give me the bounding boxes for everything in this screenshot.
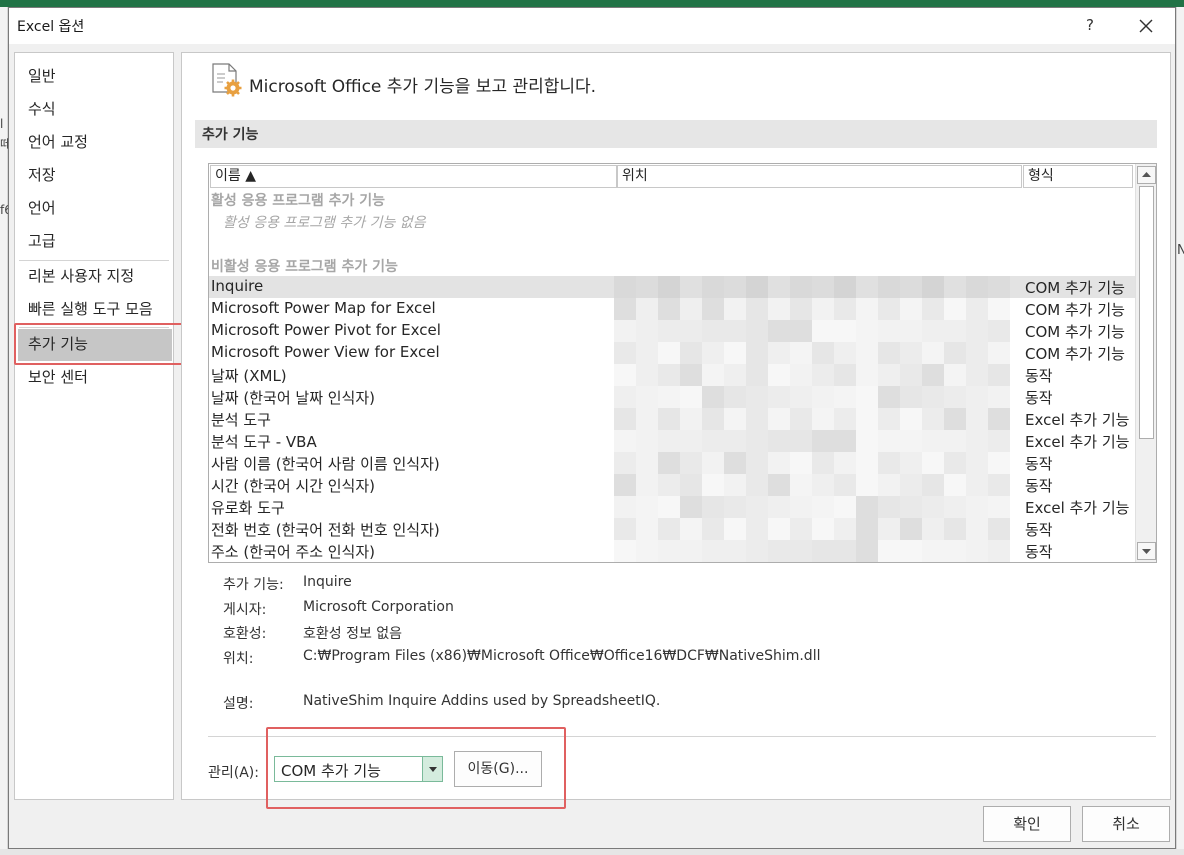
addin-type: Excel 추가 기능	[1025, 499, 1130, 517]
excel-ribbon-strip	[0, 0, 1184, 7]
section-header: 추가 기능	[195, 120, 1157, 148]
detail-compat-label: 호환성:	[223, 626, 267, 642]
group-empty-active: 활성 응용 프로그램 추가 기능 없음	[223, 215, 426, 231]
manage-label: 관리(A):	[208, 765, 259, 781]
addin-type: Excel 추가 기능	[1025, 411, 1130, 429]
addin-type: Excel 추가 기능	[1025, 433, 1130, 451]
addin-type: 동작	[1025, 367, 1053, 385]
addin-name: 사람 이름 (한국어 사람 이름 인식자)	[211, 455, 440, 473]
nav-item-formulas[interactable]: 수식	[15, 94, 173, 126]
section-title: 추가 기능	[202, 127, 259, 143]
addin-name: 주소 (한국어 주소 인식자)	[211, 543, 376, 561]
nav-item-customize-ribbon[interactable]: 리본 사용자 지정	[15, 261, 173, 293]
options-nav: 일반 수식 언어 교정 저장 언어 고급 리본 사용자 지정 빠른 실행 도구 …	[14, 52, 174, 800]
background-window-right: N	[1176, 7, 1184, 855]
addin-name: 날짜 (XML)	[211, 367, 287, 385]
addins-gear-icon	[212, 63, 242, 97]
panel-heading: Microsoft Office 추가 기능을 보고 관리합니다.	[249, 77, 597, 97]
nav-item-quick-access-toolbar[interactable]: 빠른 실행 도구 모음	[15, 294, 173, 326]
list-scrollbar[interactable]	[1135, 164, 1156, 562]
detail-publisher-label: 게시자:	[223, 602, 267, 618]
addins-panel: Microsoft Office 추가 기능을 보고 관리합니다. 추가 기능 …	[181, 52, 1171, 809]
scroll-up-icon	[1142, 172, 1151, 177]
detail-description-value: NativeShim Inquire Addins used by Spread…	[303, 693, 661, 709]
cancel-button[interactable]: 취소	[1082, 806, 1170, 842]
addin-name: 전화 번호 (한국어 전화 번호 인식자)	[211, 521, 440, 539]
addin-type: COM 추가 기능	[1025, 279, 1125, 297]
addin-type: 동작	[1025, 455, 1053, 473]
detail-addin-value: Inquire	[303, 574, 352, 590]
column-header-name[interactable]: 이름 ▲	[210, 165, 617, 188]
addin-type: 동작	[1025, 389, 1053, 407]
nav-highlight-box	[14, 323, 186, 365]
addin-type: 동작	[1025, 521, 1053, 539]
excel-options-dialog: Excel 옵션 ? 일반 수식 언어 교정 저장 언어 고급 리본 사용자 지…	[8, 7, 1176, 849]
column-header-location[interactable]: 위치	[617, 165, 1022, 188]
addin-name: 시간 (한국어 시간 인식자)	[211, 477, 376, 495]
nav-item-save[interactable]: 저장	[15, 160, 173, 192]
addins-list[interactable]: 이름 ▲ 위치 형식 활성 응용 프로그램 추가 기능 활성 응용 프로그램 추…	[208, 163, 1157, 563]
addin-type: 동작	[1025, 543, 1053, 561]
detail-location-label: 위치:	[223, 651, 254, 667]
addin-type: COM 추가 기능	[1025, 345, 1125, 363]
addin-name: Microsoft Power Pivot for Excel	[211, 321, 441, 339]
ok-button[interactable]: 확인	[983, 806, 1071, 842]
addin-type: 동작	[1025, 477, 1053, 495]
manage-highlight-box	[266, 727, 566, 809]
dialog-title: Excel 옵션	[17, 19, 85, 35]
addin-name: 분석 도구 - VBA	[211, 433, 317, 451]
nav-item-advanced[interactable]: 고급	[15, 226, 173, 258]
detail-description-label: 설명:	[223, 696, 254, 712]
close-icon	[1139, 19, 1153, 33]
scroll-down-icon	[1142, 549, 1151, 554]
group-label-active: 활성 응용 프로그램 추가 기능	[211, 193, 386, 209]
help-button[interactable]: ?	[1075, 12, 1105, 40]
nav-item-proofing[interactable]: 언어 교정	[15, 127, 173, 159]
title-bar: Excel 옵션 ?	[9, 8, 1175, 44]
location-column-redacted	[614, 276, 1010, 562]
addin-name: 분석 도구	[211, 411, 271, 429]
nav-item-general[interactable]: 일반	[15, 61, 173, 93]
addin-name: Inquire	[211, 277, 264, 295]
addin-type: COM 추가 기능	[1025, 323, 1125, 341]
background-window-bottom	[0, 849, 1184, 855]
background-char: N	[1177, 243, 1184, 258]
close-button[interactable]	[1131, 12, 1161, 40]
background-window-left: l 떼 f6	[0, 7, 12, 855]
detail-compat-value: 호환성 정보 없음	[303, 626, 403, 642]
column-header-type[interactable]: 형식	[1023, 165, 1133, 188]
detail-publisher-value: Microsoft Corporation	[303, 599, 454, 615]
scroll-up-button[interactable]	[1137, 166, 1156, 184]
dialog-content: 일반 수식 언어 교정 저장 언어 고급 리본 사용자 지정 빠른 실행 도구 …	[9, 44, 1175, 848]
detail-location-value: C:₩Program Files (x86)₩Microsoft Office₩…	[303, 648, 821, 664]
group-label-inactive: 비활성 응용 프로그램 추가 기능	[211, 259, 398, 275]
scroll-down-button[interactable]	[1137, 542, 1156, 560]
addin-name: 유로화 도구	[211, 499, 285, 517]
background-char: l	[0, 117, 4, 131]
addin-name: 날짜 (한국어 날짜 인식자)	[211, 389, 376, 407]
addin-type: COM 추가 기능	[1025, 301, 1125, 319]
detail-addin-label: 추가 기능:	[223, 577, 284, 593]
nav-item-language[interactable]: 언어	[15, 193, 173, 225]
addin-name: Microsoft Power View for Excel	[211, 343, 440, 361]
addin-name: Microsoft Power Map for Excel	[211, 299, 436, 317]
nav-item-trust-center[interactable]: 보안 센터	[15, 362, 173, 394]
scroll-thumb[interactable]	[1139, 186, 1154, 439]
